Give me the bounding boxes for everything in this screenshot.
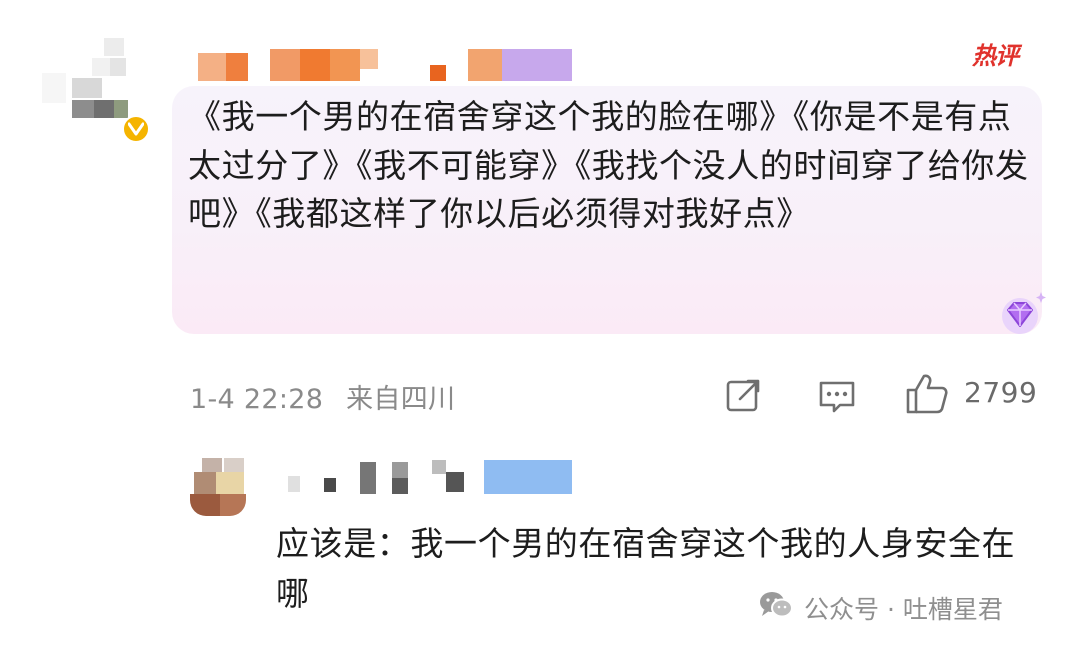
share-edit-icon[interactable] — [724, 376, 764, 414]
commenter-username[interactable] — [198, 45, 578, 83]
comment-location: 来自四川 — [346, 384, 456, 415]
like-count: 2799 — [964, 376, 1038, 409]
verified-badge-icon — [122, 115, 150, 143]
reply-avatar[interactable] — [190, 458, 256, 518]
reply-username[interactable] — [288, 458, 578, 498]
diamond-badge-icon — [992, 288, 1048, 338]
comment-icon[interactable] — [816, 378, 858, 416]
wechat-icon — [758, 590, 794, 626]
watermark-text: 公众号 · 吐槽星君 — [804, 595, 1003, 624]
comment-meta: 1-4 22:28 来自四川 — [190, 377, 455, 416]
thumbs-up-icon[interactable] — [904, 372, 950, 416]
comment-timestamp: 1-4 22:28 — [190, 384, 324, 415]
watermark: 公众号 · 吐槽星君 — [758, 590, 1003, 626]
comment-text: 《我一个男的在宿舍穿这个我的脸在哪》《你是不是有点太过分了》《我不可能穿》《我找… — [188, 97, 1029, 233]
hot-comment-badge: 热评 — [972, 42, 1019, 70]
